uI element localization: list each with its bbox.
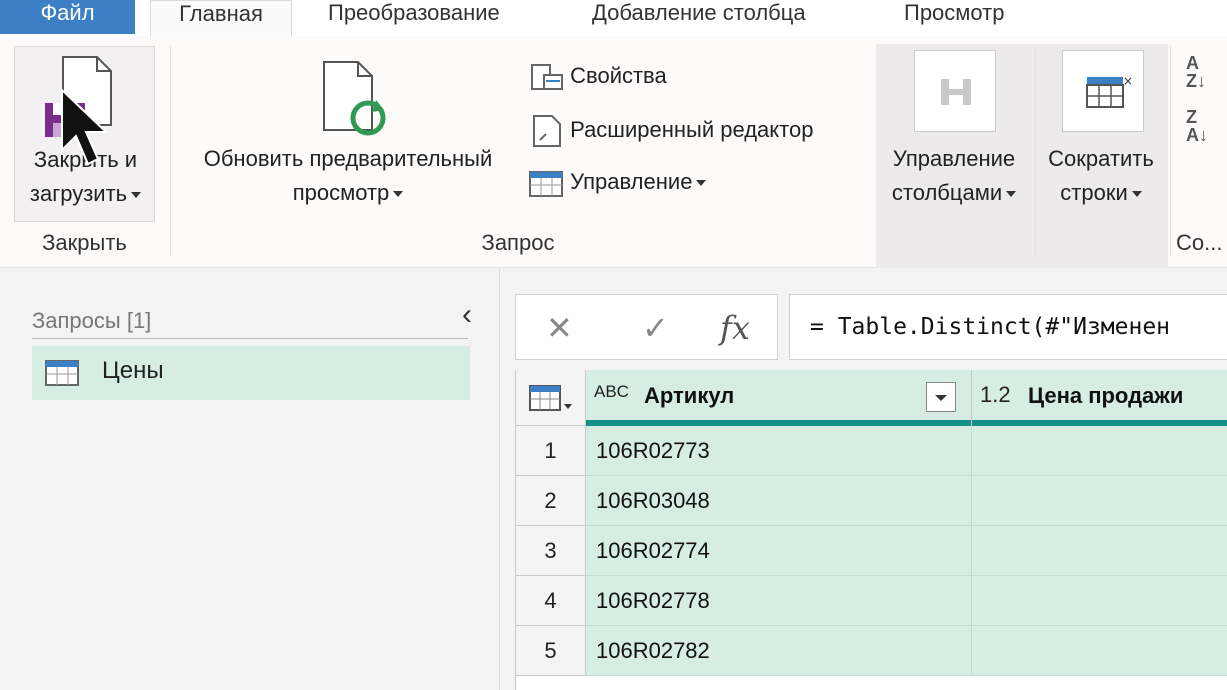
column-filter-button[interactable] — [926, 382, 956, 412]
formula-input[interactable]: = Table.Distinct(#"Изменен — [789, 294, 1227, 360]
row-number[interactable]: 2 — [516, 476, 586, 526]
table-cell[interactable] — [972, 476, 1227, 526]
tab-transform[interactable]: Преобразование — [328, 0, 500, 34]
confirm-icon[interactable]: ✓ — [642, 309, 669, 347]
group-divider — [1170, 46, 1171, 256]
tab-add-column[interactable]: Добавление столбца — [592, 0, 806, 34]
tab-file[interactable]: Файл — [0, 0, 135, 34]
advanced-editor-icon — [533, 115, 561, 148]
table-cell[interactable]: 106R02778 — [586, 576, 972, 626]
manage-label: Управление — [570, 169, 693, 194]
table-cell[interactable]: 106R02782 — [586, 626, 972, 676]
chevron-down-icon — [393, 191, 404, 198]
properties-label: Свойства — [570, 63, 667, 88]
table-cell[interactable]: 106R03048 — [586, 476, 972, 526]
formula-buttons: ✕ ✓ fx — [515, 294, 778, 360]
table-icon — [529, 385, 572, 411]
column-header-price[interactable]: 1.2 Цена продажи — [972, 370, 1227, 426]
chevron-down-icon — [1006, 191, 1017, 198]
svg-text:×: × — [1123, 74, 1133, 88]
group-divider — [1035, 46, 1036, 256]
advanced-editor-label: Расширенный редактор — [570, 117, 814, 142]
manage-columns-button[interactable]: Управление столбцами — [876, 46, 1032, 222]
queries-header-divider — [32, 338, 468, 339]
queries-header: Запросы [1] — [32, 308, 152, 333]
table-icon — [529, 171, 563, 198]
chevron-down-icon — [696, 180, 707, 187]
mouse-cursor-icon — [61, 88, 109, 166]
table-cell[interactable]: 106R02773 — [586, 426, 972, 476]
collapse-panel-icon[interactable]: ‹ — [462, 298, 472, 332]
close-load-label-2: загрузить — [29, 181, 128, 206]
table-cell[interactable] — [972, 576, 1227, 626]
decimal-type-icon[interactable]: 1.2 — [980, 382, 1011, 408]
group-divider — [170, 46, 171, 256]
group-label-sort: Со... — [1176, 230, 1223, 255]
table-cell[interactable] — [972, 426, 1227, 476]
ribbon-tabs: Файл Главная Преобразование Добавление с… — [0, 0, 1227, 38]
row-number[interactable]: 3 — [516, 526, 586, 576]
manage-button[interactable]: Управление — [528, 162, 707, 202]
chevron-down-icon — [1131, 191, 1142, 198]
tab-home[interactable]: Главная — [150, 0, 292, 38]
row-number[interactable]: 5 — [516, 626, 586, 676]
data-preview-panel: ✕ ✓ fx = Table.Distinct(#"Изменен ABC Ар… — [501, 268, 1227, 690]
properties-button[interactable]: Свойства — [528, 56, 667, 96]
chevron-down-icon — [935, 395, 947, 401]
cancel-icon[interactable]: ✕ — [546, 309, 573, 347]
table-menu-button[interactable] — [516, 370, 586, 426]
table-icon — [45, 360, 79, 386]
reduce-rows-label-2: строки — [1060, 180, 1128, 205]
query-item[interactable]: Цены — [32, 346, 470, 400]
column-header-label: Артикул — [644, 383, 735, 408]
properties-icon — [531, 64, 563, 91]
table-cell[interactable]: 106R02774 — [586, 526, 972, 576]
tab-view[interactable]: Просмотр — [904, 0, 1004, 34]
refresh-preview-label-1: Обновить предварительный — [203, 146, 493, 171]
data-grid: ABC Артикул 1.2 Цена продажи 1 106R02773… — [515, 370, 1227, 690]
text-type-icon[interactable]: ABC — [594, 382, 629, 402]
chevron-down-icon — [131, 192, 142, 199]
manage-columns-label-1: Управление — [892, 146, 1016, 171]
manage-columns-label-2: столбцами — [891, 180, 1003, 205]
reduce-rows-button[interactable]: × Сократить строки — [1038, 46, 1164, 222]
group-label-close: Закрыть — [42, 230, 127, 255]
sort-ascending-icon[interactable]: A Z↓ — [1186, 54, 1206, 90]
query-item-label: Цены — [102, 357, 164, 384]
column-header-article[interactable]: ABC Артикул — [586, 370, 972, 426]
column-header-label: Цена продажи — [1028, 383, 1184, 408]
sort-descending-icon[interactable]: Z A↓ — [1186, 108, 1208, 144]
ribbon: Закрыть и загрузить Закрыть Обновить пре… — [0, 36, 1227, 268]
advanced-editor-button[interactable]: Расширенный редактор — [528, 110, 813, 150]
fx-icon[interactable]: fx — [720, 309, 750, 347]
group-label-query: Запрос — [481, 230, 555, 255]
row-number[interactable]: 4 — [516, 576, 586, 626]
table-cell[interactable] — [972, 526, 1227, 576]
manage-columns-icon — [914, 50, 996, 132]
reduce-rows-icon: × — [1062, 50, 1144, 132]
reduce-rows-label-1: Сократить — [1048, 146, 1154, 171]
refresh-icon — [323, 61, 386, 136]
refresh-preview-button[interactable]: Обновить предварительный просмотр — [178, 46, 518, 222]
table-cell[interactable] — [972, 626, 1227, 676]
queries-panel: Запросы [1] ‹ Цены — [0, 268, 500, 690]
refresh-preview-label-2: просмотр — [292, 180, 390, 205]
row-number[interactable]: 1 — [516, 426, 586, 476]
